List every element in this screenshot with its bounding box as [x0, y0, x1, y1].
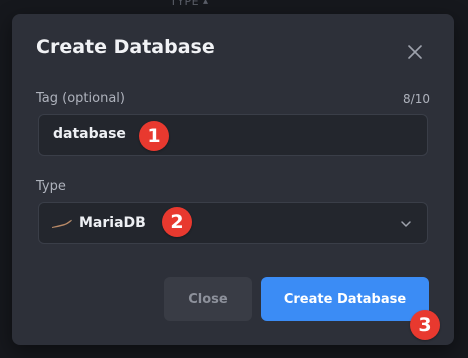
close-button[interactable]: Close — [164, 277, 252, 321]
tag-input[interactable]: database — [38, 114, 428, 156]
create-database-button[interactable]: Create Database — [261, 277, 429, 321]
close-icon[interactable] — [404, 41, 426, 63]
caret-up-icon: ▴ — [203, 0, 209, 7]
tag-field-label: Tag (optional) — [36, 91, 125, 106]
column-header-label: TYPE — [170, 0, 200, 8]
create-database-dialog: Create Database Tag (optional) 8/10 data… — [12, 14, 454, 345]
mariadb-logo-icon — [52, 219, 72, 228]
tag-character-counter: 8/10 — [403, 92, 430, 106]
chevron-down-icon — [401, 221, 411, 227]
type-select[interactable]: MariaDB — [38, 202, 428, 244]
type-select-value: MariaDB — [79, 215, 146, 231]
type-field-label: Type — [36, 179, 66, 194]
background-column-header: TYPE ▴ — [170, 0, 209, 8]
step-3-badge: 3 — [410, 310, 440, 340]
step-2-badge: 2 — [162, 207, 192, 237]
dialog-title: Create Database — [36, 36, 215, 58]
step-1-badge: 1 — [139, 121, 169, 151]
tag-input-value: database — [53, 126, 126, 142]
